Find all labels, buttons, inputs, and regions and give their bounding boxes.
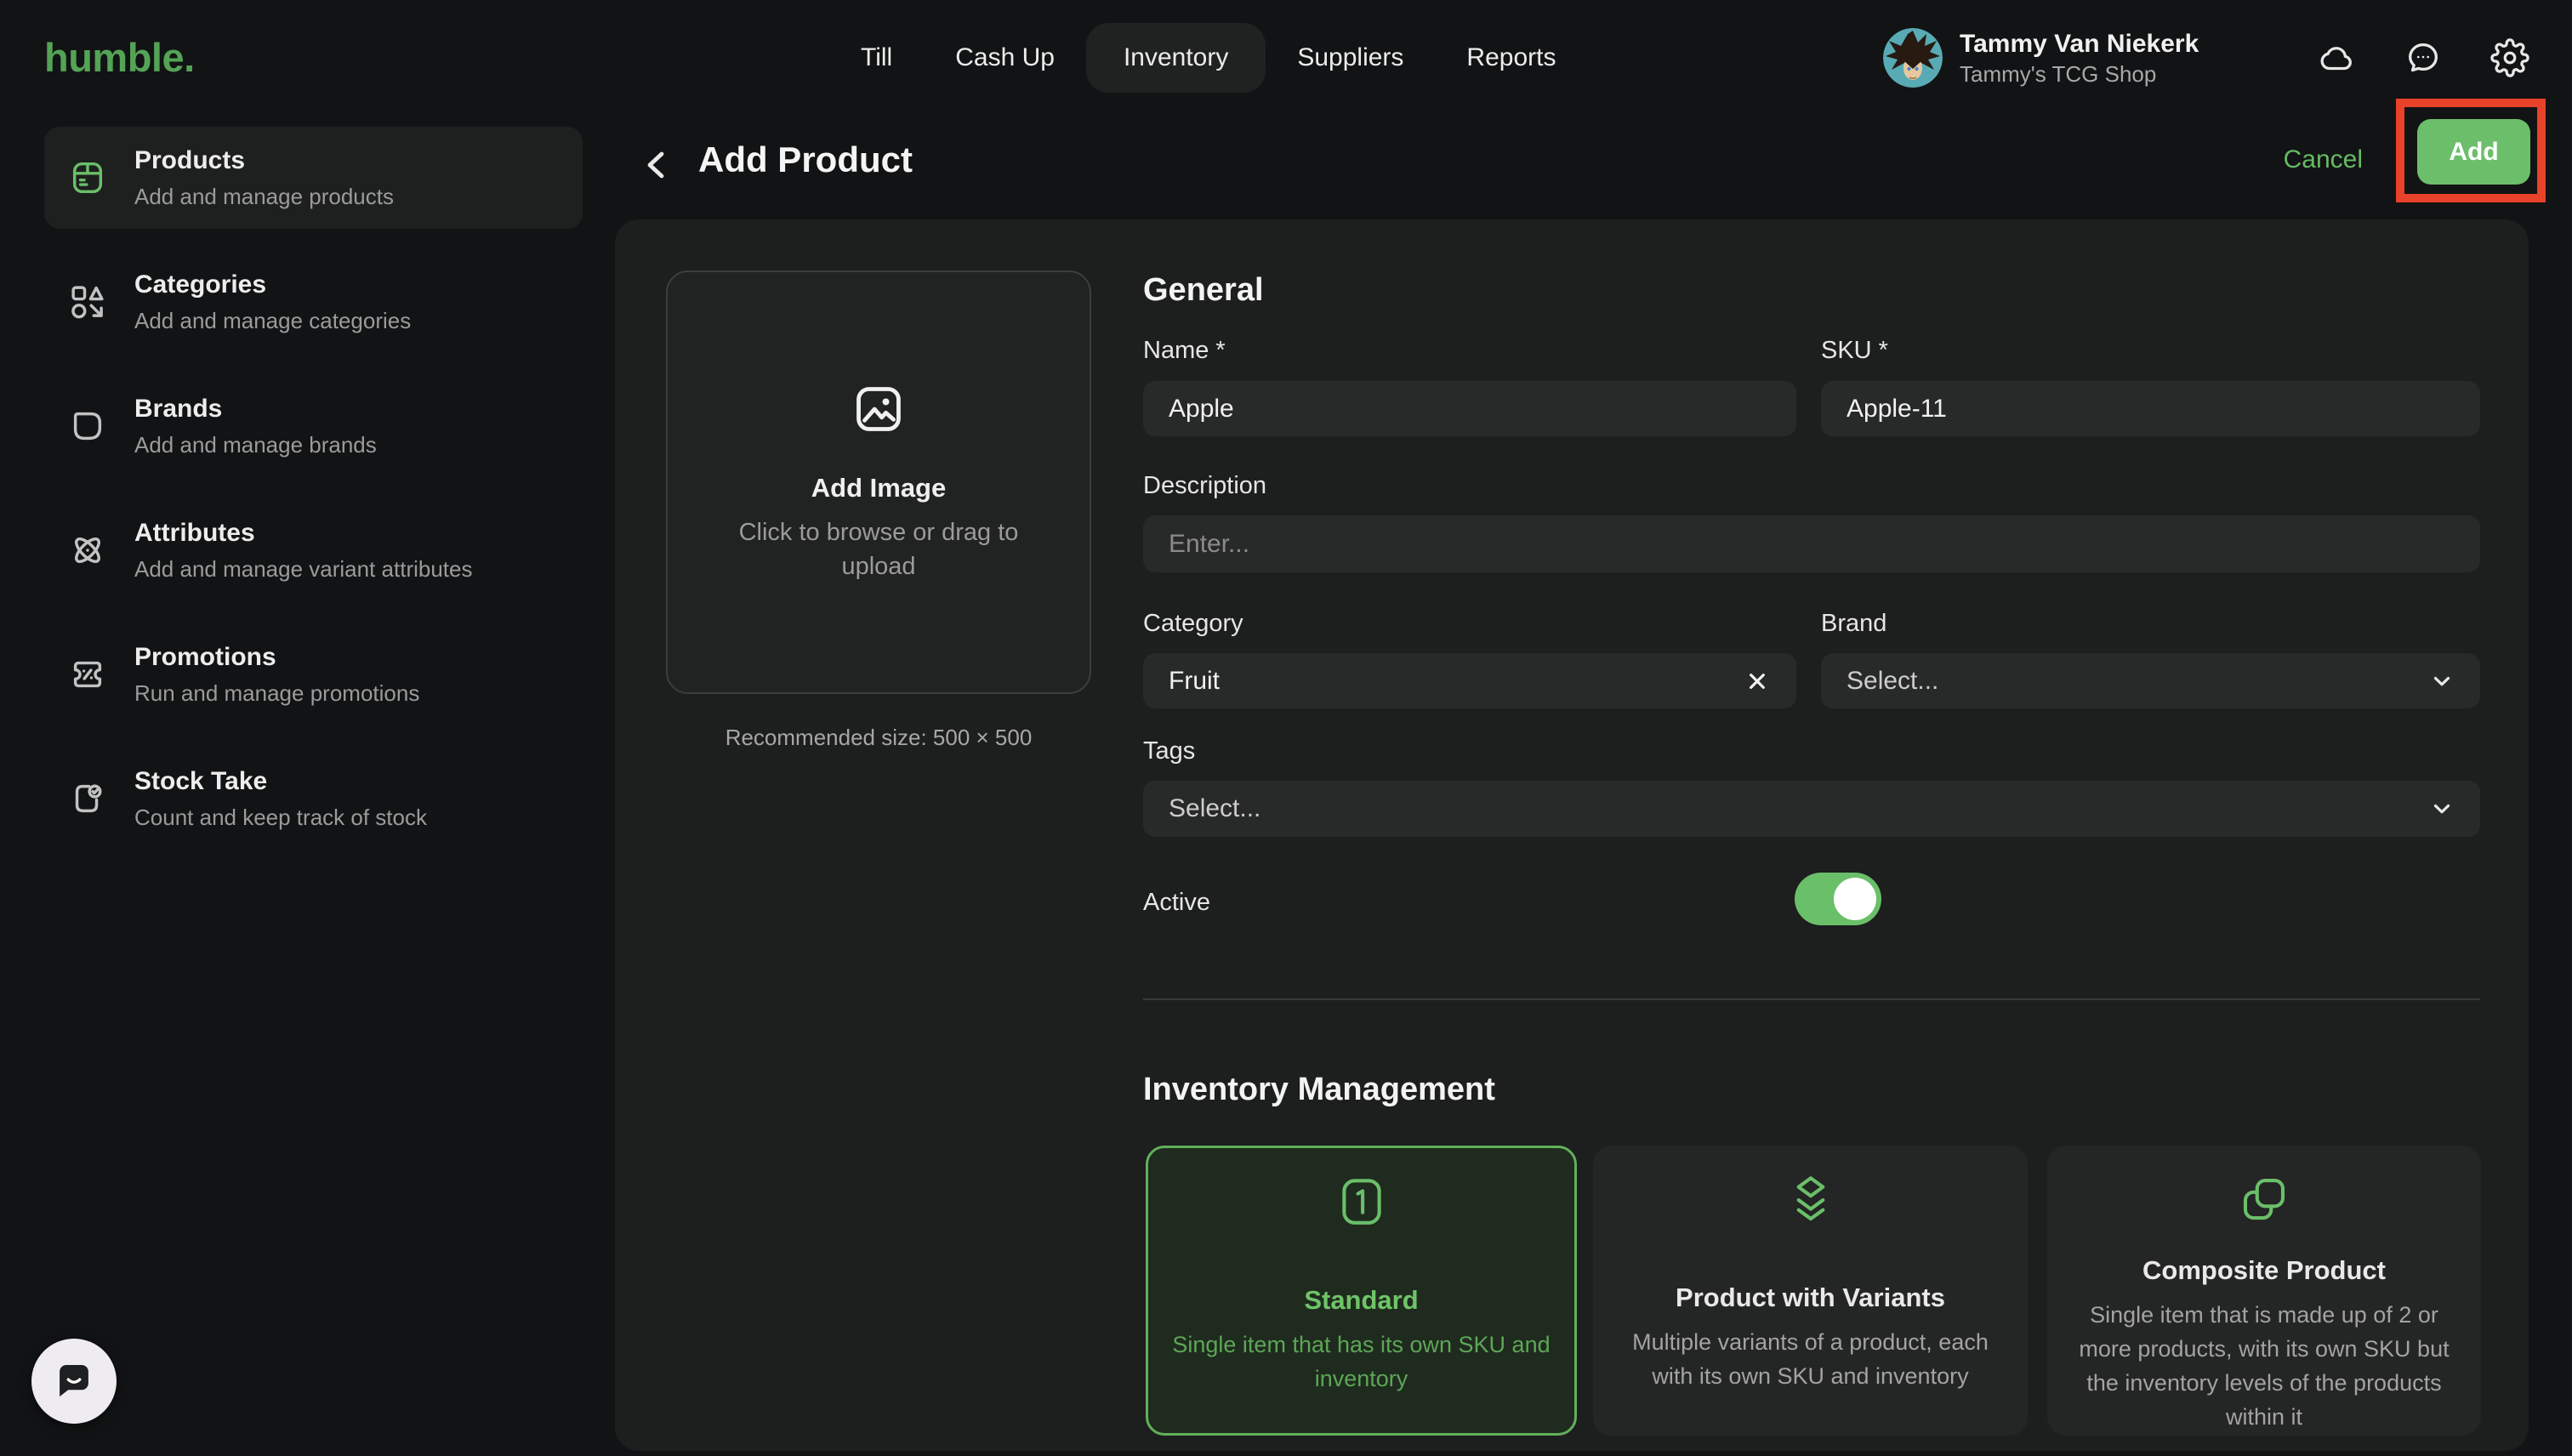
composite-link-icon [2236, 1171, 2292, 1231]
standard-single-item-icon [1334, 1174, 1390, 1234]
chat-launcher-button[interactable] [31, 1339, 117, 1424]
inventory-management-heading: Inventory Management [1143, 1072, 1495, 1108]
brand-select[interactable]: Select... [1821, 653, 2480, 708]
user-name: Tammy Van Niekerk [1960, 28, 2233, 60]
name-label: Name * [1143, 336, 1226, 365]
sidebar-item-title: Promotions [134, 642, 419, 673]
option-standard[interactable]: Standard Single item that has its own SK… [1146, 1146, 1577, 1436]
cloud-sync-icon[interactable] [2317, 38, 2356, 77]
back-chevron-icon [637, 175, 678, 188]
nav-suppliers[interactable]: Suppliers [1266, 23, 1435, 93]
variants-layers-icon [1783, 1171, 1839, 1231]
page-title: Add Product [698, 139, 913, 180]
option-description: Single item that is made up of 2 or more… [2071, 1298, 2457, 1434]
sidebar-item-categories[interactable]: Categories Add and manage categories [44, 251, 583, 353]
tags-select[interactable]: Select... [1143, 781, 2480, 837]
app-logo: humble. [44, 0, 195, 115]
name-value: Apple [1169, 395, 1771, 424]
sku-value: Apple-11 [1846, 395, 2455, 424]
sidebar: Products Add and manage products Categor… [0, 115, 615, 1456]
tags-placeholder: Select... [1169, 794, 2429, 823]
sidebar-item-title: Attributes [134, 518, 472, 549]
option-composite-product[interactable]: Composite Product Single item that is ma… [2047, 1146, 2481, 1436]
nav-cash-up[interactable]: Cash Up [924, 23, 1086, 93]
top-right-cluster: Tammy Van Niekerk Tammy's TCG Shop [1883, 0, 2529, 115]
name-input[interactable]: Apple [1143, 381, 1796, 436]
attributes-atom-icon [68, 531, 107, 570]
option-title: Composite Product [2142, 1255, 2386, 1286]
tags-label: Tags [1143, 737, 1195, 765]
brand-label: Brand [1821, 609, 1886, 638]
nav-till[interactable]: Till [829, 23, 924, 93]
promotions-ticket-icon [68, 655, 107, 694]
description-placeholder: Enter... [1169, 530, 2455, 559]
inventory-type-options: Standard Single item that has its own SK… [1143, 1146, 2480, 1436]
user-shop: Tammy's TCG Shop [1960, 60, 2233, 88]
cancel-button[interactable]: Cancel [2284, 145, 2363, 174]
image-upload-dropzone[interactable]: Add Image Click to browse or drag to upl… [666, 270, 1091, 694]
top-bar: humble. Till Cash Up Inventory Suppliers… [0, 0, 2572, 115]
active-toggle[interactable] [1795, 873, 1881, 925]
categories-shapes-icon [68, 282, 107, 321]
sidebar-item-stock-take[interactable]: Stock Take Count and keep track of stock [44, 748, 583, 850]
brand-placeholder: Select... [1846, 667, 2429, 696]
products-box-icon [68, 158, 107, 197]
description-label: Description [1143, 471, 1266, 500]
sidebar-item-subtitle: Run and manage promotions [134, 680, 419, 707]
chat-bubble-smile-icon [51, 1357, 97, 1406]
toggle-knob [1834, 878, 1876, 920]
sidebar-item-promotions[interactable]: Promotions Run and manage promotions [44, 623, 583, 725]
nav-reports[interactable]: Reports [1435, 23, 1587, 93]
upload-title: Add Image [811, 473, 946, 503]
category-value: Fruit [1169, 667, 1744, 696]
nav-inventory[interactable]: Inventory [1086, 23, 1266, 93]
sidebar-item-subtitle: Add and manage brands [134, 431, 377, 458]
sidebar-item-products[interactable]: Products Add and manage products [44, 127, 583, 229]
image-placeholder-icon [851, 382, 906, 441]
back-button[interactable] [634, 142, 681, 190]
sku-label: SKU * [1821, 336, 1888, 365]
active-label: Active [1143, 888, 1210, 917]
upload-subtitle: Click to browse or drag to upload [734, 515, 1023, 583]
stock-take-check-icon [68, 779, 107, 818]
chevron-down-icon [2429, 796, 2455, 822]
avatar[interactable] [1883, 28, 1943, 88]
clear-category-x-icon[interactable] [1744, 668, 1771, 695]
sidebar-item-subtitle: Add and manage products [134, 183, 394, 210]
sidebar-item-title: Products [134, 145, 394, 176]
content-header: Add Product Cancel Add [615, 115, 2572, 219]
upload-size-hint: Recommended size: 500 × 500 [666, 725, 1091, 751]
messages-chat-icon[interactable] [2404, 38, 2443, 77]
section-divider [1143, 998, 2480, 1000]
chevron-down-icon [2429, 668, 2455, 694]
sidebar-item-title: Stock Take [134, 766, 427, 797]
option-title: Standard [1304, 1285, 1418, 1316]
sidebar-item-attributes[interactable]: Attributes Add and manage variant attrib… [44, 499, 583, 601]
category-label: Category [1143, 609, 1243, 638]
sidebar-item-title: Brands [134, 394, 377, 424]
option-description: Single item that has its own SKU and inv… [1172, 1328, 1551, 1396]
add-product-panel: Add Image Click to browse or drag to upl… [615, 219, 2529, 1451]
sidebar-item-subtitle: Add and manage variant attributes [134, 555, 472, 583]
sidebar-item-subtitle: Count and keep track of stock [134, 804, 427, 831]
general-form: General Name * Apple SKU * Apple-11 Desc… [1143, 219, 2480, 1451]
general-heading: General [1143, 272, 1264, 309]
option-title: Product with Variants [1676, 1283, 1945, 1313]
sidebar-item-title: Categories [134, 270, 411, 300]
user-meta: Tammy Van Niekerk Tammy's TCG Shop [1960, 28, 2233, 88]
option-description: Multiple variants of a product, each wit… [1617, 1325, 2004, 1393]
add-button[interactable]: Add [2417, 119, 2530, 185]
description-input[interactable]: Enter... [1143, 515, 2480, 572]
option-product-with-variants[interactable]: Product with Variants Multiple variants … [1593, 1146, 2028, 1436]
app-screen: humble. Till Cash Up Inventory Suppliers… [0, 0, 2572, 1456]
settings-gear-icon[interactable] [2490, 38, 2529, 77]
main-nav: Till Cash Up Inventory Suppliers Reports [829, 0, 1587, 115]
category-select[interactable]: Fruit [1143, 653, 1796, 708]
sku-input[interactable]: Apple-11 [1821, 381, 2480, 436]
brands-tag-icon [68, 407, 107, 446]
sidebar-item-subtitle: Add and manage categories [134, 307, 411, 334]
sidebar-item-brands[interactable]: Brands Add and manage brands [44, 375, 583, 477]
